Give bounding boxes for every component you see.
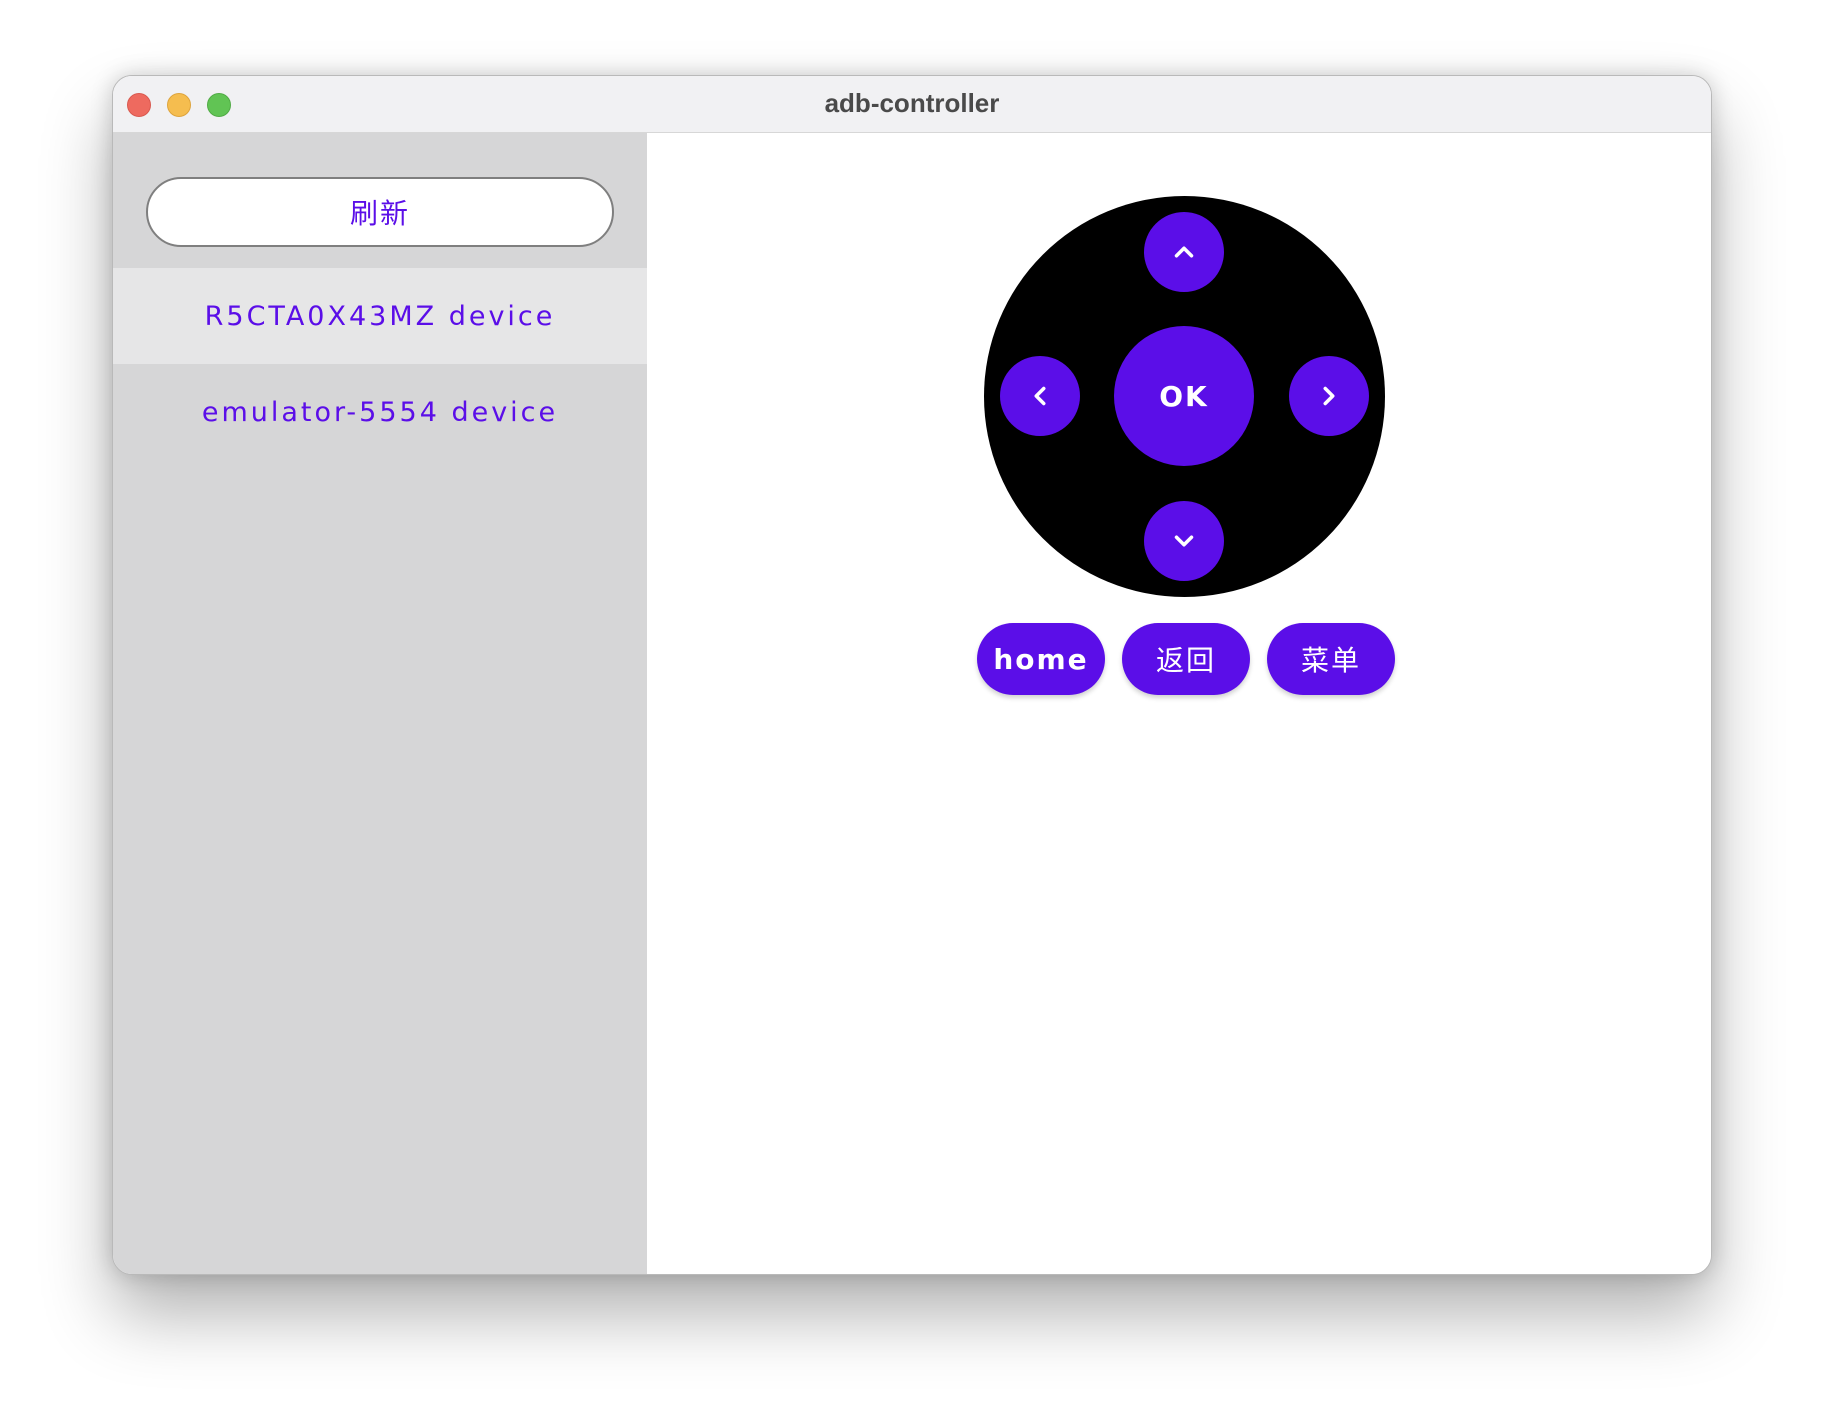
dpad-down-button[interactable] <box>1144 501 1224 581</box>
dpad-left-button[interactable] <box>1000 356 1080 436</box>
title-bar[interactable]: adb-controller <box>113 76 1711 133</box>
dpad-ok-button[interactable]: OK <box>1114 326 1254 466</box>
device-list-item[interactable]: R5CTA0X43MZ device <box>113 268 647 364</box>
app-window: adb-controller 刷新 R5CTA0X43MZ device emu… <box>112 75 1712 1275</box>
chevron-down-icon <box>1174 535 1194 547</box>
dpad-up-button[interactable] <box>1144 212 1224 292</box>
device-sidebar: 刷新 R5CTA0X43MZ device emulator-5554 devi… <box>113 133 647 1274</box>
remote-control-panel: OK home 返回 菜单 <box>647 133 1711 1274</box>
home-button[interactable]: home <box>977 623 1105 695</box>
dpad: OK <box>984 196 1385 597</box>
chevron-right-icon <box>1323 386 1335 406</box>
window-title: adb-controller <box>824 88 1000 118</box>
chevron-up-icon <box>1174 246 1194 258</box>
dpad-right-button[interactable] <box>1289 356 1369 436</box>
device-list-item[interactable]: emulator-5554 device <box>113 364 647 460</box>
refresh-button[interactable]: 刷新 <box>146 177 614 247</box>
chevron-left-icon <box>1034 386 1046 406</box>
menu-button[interactable]: 菜单 <box>1267 623 1395 695</box>
back-button[interactable]: 返回 <box>1122 623 1250 695</box>
